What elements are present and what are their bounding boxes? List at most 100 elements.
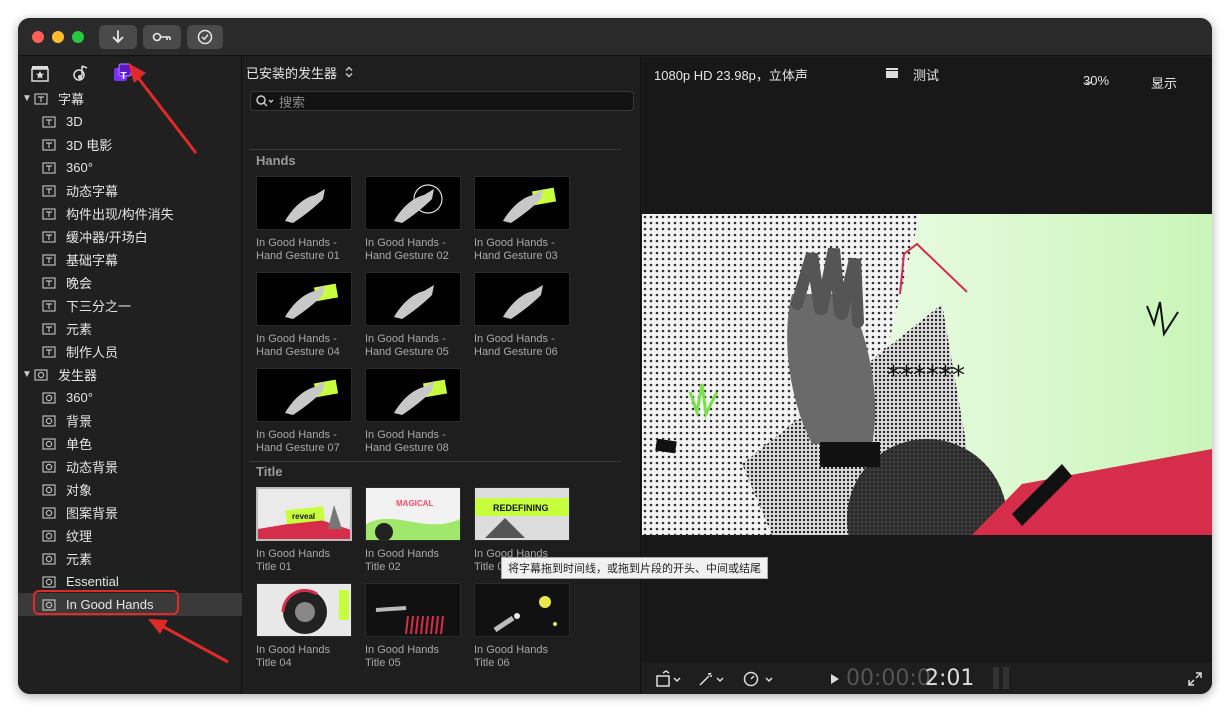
sidebar-item[interactable]: 图案背景 (18, 501, 242, 524)
generator-caption: In Good Hands Title 02 (365, 548, 463, 574)
thumbnail-art (394, 285, 434, 319)
category-titles[interactable]: ▼ 字幕 (18, 87, 242, 110)
generator-thumbnail[interactable] (474, 583, 570, 637)
section-hands-label: Hands (256, 153, 296, 168)
generator-thumbnail[interactable] (256, 583, 352, 637)
generators-icon (42, 414, 56, 427)
project-name[interactable]: 测试 (913, 65, 939, 84)
sidebar-item[interactable]: 动态背景 (18, 455, 242, 478)
caption-line-1: In Good Hands (474, 644, 548, 656)
titles-icon (42, 253, 56, 266)
sidebar-item-label: 元素 (66, 322, 93, 337)
clapperboard-star-icon[interactable] (30, 63, 50, 83)
speed-gauge-icon[interactable] (742, 670, 776, 688)
generator-tile[interactable]: In Good Hands - Hand Gesture 02 (365, 176, 463, 263)
sidebar-item[interactable]: 构件出现/构件消失 (18, 202, 242, 225)
thumbnail-art (285, 189, 325, 223)
generators-icon (42, 391, 56, 404)
sidebar-item[interactable]: 纹理 (18, 524, 242, 547)
sidebar-item[interactable]: 元素 (18, 317, 242, 340)
generator-tile[interactable]: In Good Hands - Hand Gesture 06 (474, 272, 572, 359)
generators-icon (42, 506, 56, 519)
generator-tile[interactable]: In Good Hands Title 04 (256, 583, 354, 670)
generator-thumbnail[interactable]: MAGICAL (365, 487, 461, 541)
audio-meter-right (1003, 667, 1009, 689)
generator-tile[interactable]: In Good Hands Title 05 (365, 583, 463, 670)
generator-tile[interactable]: In Good Hands - Hand Gesture 08 (365, 368, 463, 455)
generator-thumbnail[interactable] (365, 176, 461, 230)
generator-tile[interactable]: MAGICAL In Good Hands Title 02 (365, 487, 463, 574)
generator-tile[interactable]: In Good Hands Title 06 (474, 583, 572, 670)
sidebar-item[interactable]: 背景 (18, 409, 242, 432)
sidebar-item[interactable]: 制作人员 (18, 340, 242, 363)
caption-line-2: Title 02 (365, 561, 401, 573)
timecode-bright: 2:01 (925, 666, 975, 691)
zoom-window-button[interactable] (72, 31, 84, 43)
generator-tile[interactable]: In Good Hands - Hand Gesture 04 (256, 272, 354, 359)
generator-thumbnail[interactable]: REDEFINING (474, 487, 570, 541)
generator-thumbnail[interactable] (365, 583, 461, 637)
play-icon[interactable] (830, 673, 840, 685)
sidebar-item[interactable]: 基础字幕 (18, 248, 242, 271)
sidebar-item[interactable]: 动态字幕 (18, 179, 242, 202)
generator-thumbnail[interactable] (474, 176, 570, 230)
generator-thumbnail[interactable] (256, 368, 352, 422)
generator-thumbnail[interactable] (365, 368, 461, 422)
viewer-footer: 00:00:0 2:01 (642, 663, 1212, 694)
sidebar-item[interactable]: 元素 (18, 547, 242, 570)
category-generators[interactable]: ▼ 发生器 (18, 363, 242, 386)
close-window-button[interactable] (32, 31, 44, 43)
transform-tool-icon[interactable] (654, 670, 684, 688)
sidebar-item[interactable]: 单色 (18, 432, 242, 455)
updown-chevron-icon (345, 66, 353, 78)
generator-tile[interactable]: In Good Hands - Hand Gesture 07 (256, 368, 354, 455)
thumbnail-art (394, 184, 443, 223)
video-canvas: ****** (642, 214, 1212, 535)
sidebar-item[interactable]: 3D (18, 110, 242, 133)
disclosure-triangle-icon[interactable]: ▼ (22, 93, 34, 104)
generator-thumbnail[interactable] (474, 272, 570, 326)
generator-tile[interactable]: In Good Hands - Hand Gesture 05 (365, 272, 463, 359)
caption-line-1: In Good Hands - (365, 237, 446, 249)
sidebar-item[interactable]: 缓冲器/开场白 (18, 225, 242, 248)
sidebar-item-label: 360° (66, 160, 93, 175)
caption-line-2: Hand Gesture 01 (256, 250, 340, 262)
browser-header[interactable]: 已安装的发生器 (243, 57, 641, 87)
minimize-window-button[interactable] (52, 31, 64, 43)
search-field[interactable]: 搜索 (250, 91, 634, 111)
background-tasks-button[interactable] (187, 25, 223, 49)
sidebar-item[interactable]: 360° (18, 386, 242, 409)
generators-icon (42, 437, 56, 450)
sidebar-item[interactable]: 对象 (18, 478, 242, 501)
sidebar-item[interactable]: 360° (18, 156, 242, 179)
generator-caption: In Good Hands - Hand Gesture 08 (365, 429, 463, 455)
tooltip: 将字幕拖到时间线，或拖到片段的开头、中间或结尾 (501, 557, 768, 579)
music-photo-icon[interactable] (71, 63, 91, 83)
generator-tile[interactable]: In Good Hands - Hand Gesture 01 (256, 176, 354, 263)
fullscreen-icon[interactable] (1188, 672, 1202, 686)
thumbnail-art (285, 283, 339, 319)
keywords-button[interactable] (143, 25, 181, 49)
section-divider (249, 149, 621, 150)
generator-thumbnail[interactable] (256, 176, 352, 230)
sidebar-item[interactable]: 晚会 (18, 271, 242, 294)
generator-thumbnail[interactable] (256, 272, 352, 326)
sidebar-item[interactable]: 3D 电影 (18, 133, 242, 156)
disclosure-triangle-icon[interactable]: ▼ (22, 369, 34, 380)
generator-caption: In Good Hands Title 01 (256, 548, 354, 574)
sidebar-item[interactable]: 下三分之一 (18, 294, 242, 317)
viewer-header: 1080p HD 23.98p，立体声 测试 30% ⌄ 显示 ⌄ (642, 57, 1212, 91)
import-button[interactable] (99, 25, 137, 49)
magic-wand-icon[interactable] (697, 670, 727, 688)
titles-generators-icon[interactable]: T (113, 63, 133, 83)
generator-tile[interactable]: reveal THE TRUTH In Good Hands Title 01 (256, 487, 354, 574)
generator-tile[interactable]: In Good Hands - Hand Gesture 03 (474, 176, 572, 263)
thumbnail-text: reveal (292, 512, 315, 521)
generator-thumbnail[interactable]: reveal THE TRUTH (256, 487, 352, 541)
search-input[interactable]: 搜索 (279, 92, 305, 111)
key-icon (152, 32, 171, 42)
generator-thumbnail[interactable] (365, 272, 461, 326)
canvas-artwork: ****** (642, 214, 1212, 535)
titles-icon (42, 276, 56, 289)
titles-icon (34, 92, 48, 105)
